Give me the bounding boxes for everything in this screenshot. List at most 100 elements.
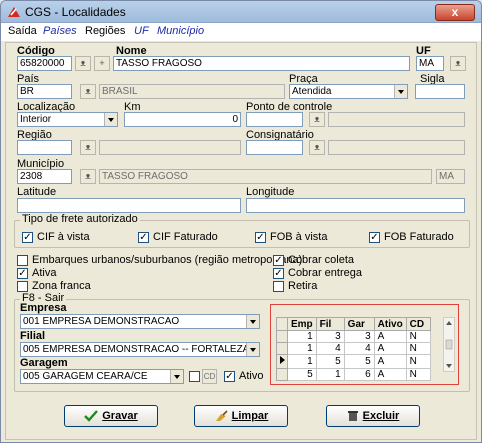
longitude-input[interactable] — [246, 198, 465, 213]
table-row[interactable]: 1 3 3 A N — [276, 330, 431, 343]
table-row[interactable]: 1 4 4 A N — [276, 342, 431, 355]
assignment-grid[interactable]: Emp Fil Gar Ativo CD 1 3 3 A N 1 4 4 A N… — [276, 317, 431, 381]
plus-icon[interactable]: + — [94, 56, 110, 71]
cif-faturado-checkbox[interactable]: ✓ — [138, 232, 149, 243]
excluir-button[interactable]: Excluir — [326, 405, 420, 427]
menu-municipio[interactable]: Município — [157, 25, 204, 37]
municipio-code-input[interactable]: 2308 — [17, 169, 72, 184]
cell-gar[interactable]: 5 — [343, 354, 375, 369]
ativo-checkbox[interactable]: ✓ — [224, 371, 235, 382]
zona-franca-checkbox[interactable] — [17, 281, 28, 292]
cell-fil[interactable]: 3 — [315, 330, 345, 343]
row-indicator — [276, 342, 288, 355]
longitude-label: Longitude — [246, 186, 295, 198]
cell-cd[interactable]: N — [405, 354, 431, 369]
regiao-input[interactable] — [17, 140, 72, 155]
cell-fil[interactable]: 4 — [315, 342, 345, 355]
cif-avista-checkbox[interactable]: ✓ — [22, 232, 33, 243]
assignment-grid-box: Emp Fil Gar Ativo CD 1 3 3 A N 1 4 4 A N… — [270, 304, 459, 385]
filial-select[interactable]: 005 EMPRESA DEMONSTRACAO -- FORTALEZA/C — [20, 342, 260, 357]
empresa-select[interactable]: 001 EMPRESA DEMONSTRACAO — [20, 314, 260, 329]
uf-input[interactable]: MA — [416, 56, 444, 71]
limpar-button[interactable]: Limpar — [194, 405, 288, 427]
empresa-label: Empresa — [20, 302, 67, 314]
binoculars-icon[interactable]: ᴥ — [80, 140, 96, 155]
praca-select[interactable]: Atendida — [289, 84, 408, 99]
cell-ativo[interactable]: A — [373, 342, 407, 355]
chevron-down-icon — [170, 370, 183, 383]
pais-code-input[interactable]: BR — [17, 84, 72, 99]
close-button[interactable]: x — [435, 4, 475, 21]
col-ativo[interactable]: Ativo — [373, 317, 407, 331]
cell-emp[interactable]: 5 — [287, 368, 317, 381]
consignatario-input[interactable] — [246, 140, 303, 155]
garagem-select[interactable]: 005 GARAGEM CEARA/CE — [20, 369, 184, 384]
cell-ativo[interactable]: A — [373, 368, 407, 381]
col-cd[interactable]: CD — [405, 317, 431, 331]
cell-emp[interactable]: 1 — [287, 354, 317, 369]
latitude-input[interactable] — [17, 198, 241, 213]
nome-input[interactable]: TASSO FRAGOSO — [113, 56, 410, 71]
cell-cd[interactable]: N — [405, 368, 431, 381]
cobrar-coleta-label: Cobrar coleta — [288, 254, 355, 266]
scroll-arrows-icon — [445, 321, 453, 368]
fob-avista-checkbox[interactable]: ✓ — [255, 232, 266, 243]
binoculars-icon[interactable]: ᴥ — [450, 56, 466, 71]
limpar-label: Limpar — [231, 410, 269, 422]
current-row-arrow-icon — [276, 354, 288, 369]
embarques-checkbox[interactable] — [17, 255, 28, 266]
filial-label: Filial — [20, 330, 46, 342]
localizacao-value: Interior — [20, 114, 52, 125]
cell-fil[interactable]: 5 — [315, 354, 345, 369]
cd-checkbox[interactable] — [189, 371, 200, 382]
filial-value: 005 EMPRESA DEMONSTRACAO -- FORTALEZA/C — [23, 344, 260, 355]
gravar-button[interactable]: Gravar — [64, 405, 158, 427]
cell-emp[interactable]: 1 — [287, 330, 317, 343]
cobrar-coleta-checkbox[interactable]: ✓ — [273, 255, 284, 266]
cell-cd[interactable]: N — [405, 342, 431, 355]
menu-paises[interactable]: Países — [43, 25, 77, 37]
checkmark-icon — [84, 410, 99, 422]
km-input[interactable]: 0 — [124, 112, 241, 127]
binoculars-icon[interactable]: ᴥ — [75, 56, 91, 71]
grid-scrollbar[interactable] — [443, 317, 455, 372]
retira-checkbox[interactable] — [273, 281, 284, 292]
sigla-input[interactable] — [415, 84, 465, 99]
cell-ativo[interactable]: A — [373, 354, 407, 369]
chevron-down-icon — [246, 315, 259, 328]
col-emp[interactable]: Emp — [287, 317, 317, 331]
codigo-input[interactable]: 65820000 — [17, 56, 72, 71]
cd-field: CD — [202, 369, 217, 384]
zona-franca-label: Zona franca — [32, 280, 91, 292]
ponto-input[interactable] — [246, 112, 303, 127]
localizacao-select[interactable]: Interior — [17, 112, 118, 127]
cell-gar[interactable]: 6 — [343, 368, 375, 381]
cell-cd[interactable]: N — [405, 330, 431, 343]
binoculars-icon[interactable]: ᴥ — [309, 140, 325, 155]
menu-regioes[interactable]: Regiões — [85, 25, 125, 37]
menu-saida[interactable]: Saída — [8, 25, 37, 37]
cif-avista-label: CIF à vista — [37, 231, 90, 243]
ativa-checkbox[interactable]: ✓ — [17, 268, 28, 279]
main-window: CGS - Localidades x Saída Países Regiões… — [0, 0, 482, 443]
embarques-label: Embarques urbanos/suburbanos (região met… — [32, 254, 303, 266]
cell-ativo[interactable]: A — [373, 330, 407, 343]
col-fil[interactable]: Fil — [315, 317, 345, 331]
menu-uf[interactable]: UF — [134, 25, 149, 37]
col-gar[interactable]: Gar — [343, 317, 375, 331]
fob-faturado-checkbox[interactable]: ✓ — [369, 232, 380, 243]
cell-gar[interactable]: 3 — [343, 330, 375, 343]
cobrar-entrega-checkbox[interactable]: ✓ — [273, 268, 284, 279]
table-row[interactable]: 5 1 6 A N — [276, 368, 431, 381]
binoculars-icon[interactable]: ᴥ — [80, 169, 96, 184]
cell-emp[interactable]: 1 — [287, 342, 317, 355]
ativo-label: Ativo — [239, 370, 264, 382]
binoculars-icon[interactable]: ᴥ — [80, 84, 96, 99]
cell-fil[interactable]: 1 — [315, 368, 345, 381]
cell-gar[interactable]: 4 — [343, 342, 375, 355]
table-row[interactable]: 1 5 5 A N — [276, 354, 431, 369]
form-panel: Código 65820000 ᴥ + Nome TASSO FRAGOSO U… — [5, 42, 477, 440]
binoculars-icon[interactable]: ᴥ — [309, 112, 325, 127]
pais-name-field: BRASIL — [99, 84, 285, 99]
consignatario-name-field — [328, 140, 465, 155]
